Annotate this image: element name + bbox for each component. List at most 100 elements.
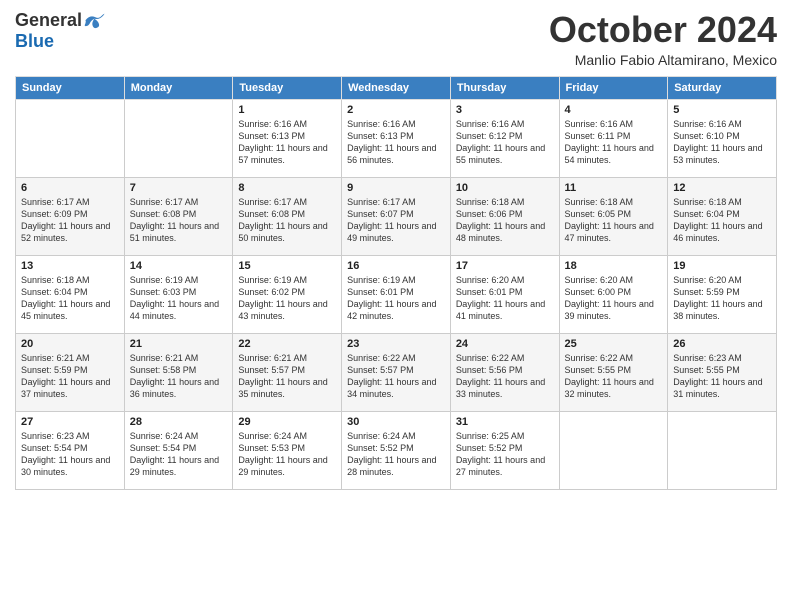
location-title: Manlio Fabio Altamirano, Mexico (549, 52, 777, 68)
day-number: 27 (21, 416, 119, 428)
day-number: 30 (347, 416, 445, 428)
day-info: Sunrise: 6:21 AM Sunset: 5:58 PM Dayligh… (130, 352, 228, 401)
day-number: 14 (130, 260, 228, 272)
day-info: Sunrise: 6:20 AM Sunset: 6:01 PM Dayligh… (456, 274, 554, 323)
calendar-cell-w2-d3: 8 Sunrise: 6:17 AM Sunset: 6:08 PM Daylig… (233, 177, 342, 255)
day-info: Sunrise: 6:21 AM Sunset: 5:57 PM Dayligh… (238, 352, 336, 401)
day-number: 11 (565, 182, 663, 194)
day-number: 28 (130, 416, 228, 428)
calendar-cell-w3-d7: 19 Sunrise: 6:20 AM Sunset: 5:59 PM Dayli… (668, 255, 777, 333)
day-number: 18 (565, 260, 663, 272)
calendar-week-4: 20 Sunrise: 6:21 AM Sunset: 5:59 PM Dayli… (16, 333, 777, 411)
calendar-cell-w5-d5: 31 Sunrise: 6:25 AM Sunset: 5:52 PM Dayli… (450, 411, 559, 489)
day-number: 16 (347, 260, 445, 272)
calendar-week-2: 6 Sunrise: 6:17 AM Sunset: 6:09 PM Daylig… (16, 177, 777, 255)
calendar-week-5: 27 Sunrise: 6:23 AM Sunset: 5:54 PM Dayli… (16, 411, 777, 489)
calendar-cell-w1-d6: 4 Sunrise: 6:16 AM Sunset: 6:11 PM Daylig… (559, 99, 668, 177)
day-info: Sunrise: 6:24 AM Sunset: 5:52 PM Dayligh… (347, 430, 445, 479)
calendar-cell-w1-d4: 2 Sunrise: 6:16 AM Sunset: 6:13 PM Daylig… (342, 99, 451, 177)
day-number: 3 (456, 104, 554, 116)
calendar-table: Sunday Monday Tuesday Wednesday Thursday… (15, 76, 777, 490)
day-number: 12 (673, 182, 771, 194)
day-number: 1 (238, 104, 336, 116)
day-info: Sunrise: 6:16 AM Sunset: 6:13 PM Dayligh… (347, 118, 445, 167)
day-info: Sunrise: 6:17 AM Sunset: 6:08 PM Dayligh… (238, 196, 336, 245)
calendar-cell-w4-d2: 21 Sunrise: 6:21 AM Sunset: 5:58 PM Dayli… (124, 333, 233, 411)
day-number: 7 (130, 182, 228, 194)
calendar-cell-w2-d2: 7Sunrise: 6:17 AM Sunset: 6:08 PM Daylig… (124, 177, 233, 255)
day-number: 9 (347, 182, 445, 194)
day-info: Sunrise: 6:17 AM Sunset: 6:09 PM Dayligh… (21, 196, 119, 245)
calendar-cell-w3-d2: 14 Sunrise: 6:19 AM Sunset: 6:03 PM Dayli… (124, 255, 233, 333)
logo-general-text: General (15, 10, 82, 31)
day-number: 15 (238, 260, 336, 272)
day-number: 19 (673, 260, 771, 272)
calendar-cell-w5-d1: 27 Sunrise: 6:23 AM Sunset: 5:54 PM Dayli… (16, 411, 125, 489)
calendar-cell-w3-d4: 16 Sunrise: 6:19 AM Sunset: 6:01 PM Dayli… (342, 255, 451, 333)
day-info: Sunrise: 6:22 AM Sunset: 5:55 PM Dayligh… (565, 352, 663, 401)
month-title: October 2024 (549, 10, 777, 50)
calendar-cell-w1-d5: 3 Sunrise: 6:16 AM Sunset: 6:12 PM Daylig… (450, 99, 559, 177)
day-number: 8 (238, 182, 336, 194)
calendar-cell-w1-d2 (124, 99, 233, 177)
day-number: 25 (565, 338, 663, 350)
col-thursday: Thursday (450, 76, 559, 99)
day-info: Sunrise: 6:20 AM Sunset: 5:59 PM Dayligh… (673, 274, 771, 323)
calendar-cell-w5-d3: 29 Sunrise: 6:24 AM Sunset: 5:53 PM Dayli… (233, 411, 342, 489)
day-number: 29 (238, 416, 336, 428)
calendar-cell-w3-d3: 15 Sunrise: 6:19 AM Sunset: 6:02 PM Dayli… (233, 255, 342, 333)
day-info: Sunrise: 6:25 AM Sunset: 5:52 PM Dayligh… (456, 430, 554, 479)
day-info: Sunrise: 6:16 AM Sunset: 6:12 PM Dayligh… (456, 118, 554, 167)
calendar-cell-w4-d7: 26 Sunrise: 6:23 AM Sunset: 5:55 PM Dayli… (668, 333, 777, 411)
day-number: 31 (456, 416, 554, 428)
header: General Blue October 2024 Manlio Fabio A… (15, 10, 777, 68)
logo-blue-text: Blue (15, 31, 54, 52)
logo-bird-icon (84, 12, 106, 30)
day-number: 6 (21, 182, 119, 194)
calendar-body: 1 Sunrise: 6:16 AM Sunset: 6:13 PM Daylig… (16, 99, 777, 489)
calendar-cell-w5-d4: 30 Sunrise: 6:24 AM Sunset: 5:52 PM Dayli… (342, 411, 451, 489)
day-info: Sunrise: 6:19 AM Sunset: 6:02 PM Dayligh… (238, 274, 336, 323)
day-number: 10 (456, 182, 554, 194)
day-info: Sunrise: 6:19 AM Sunset: 6:01 PM Dayligh… (347, 274, 445, 323)
day-info: Sunrise: 6:16 AM Sunset: 6:13 PM Dayligh… (238, 118, 336, 167)
day-number: 21 (130, 338, 228, 350)
day-info: Sunrise: 6:20 AM Sunset: 6:00 PM Dayligh… (565, 274, 663, 323)
col-sunday: Sunday (16, 76, 125, 99)
calendar-cell-w5-d2: 28Sunrise: 6:24 AM Sunset: 5:54 PM Dayli… (124, 411, 233, 489)
col-monday: Monday (124, 76, 233, 99)
day-info: Sunrise: 6:16 AM Sunset: 6:10 PM Dayligh… (673, 118, 771, 167)
calendar-cell-w2-d5: 10 Sunrise: 6:18 AM Sunset: 6:06 PM Dayli… (450, 177, 559, 255)
day-info: Sunrise: 6:18 AM Sunset: 6:06 PM Dayligh… (456, 196, 554, 245)
calendar-cell-w5-d7 (668, 411, 777, 489)
calendar-cell-w4-d5: 24Sunrise: 6:22 AM Sunset: 5:56 PM Dayli… (450, 333, 559, 411)
col-wednesday: Wednesday (342, 76, 451, 99)
calendar-cell-w4-d6: 25 Sunrise: 6:22 AM Sunset: 5:55 PM Dayli… (559, 333, 668, 411)
day-number: 5 (673, 104, 771, 116)
day-info: Sunrise: 6:24 AM Sunset: 5:53 PM Dayligh… (238, 430, 336, 479)
title-block: October 2024 Manlio Fabio Altamirano, Me… (549, 10, 777, 68)
calendar-cell-w2-d4: 9Sunrise: 6:17 AM Sunset: 6:07 PM Daylig… (342, 177, 451, 255)
day-number: 2 (347, 104, 445, 116)
calendar-cell-w3-d1: 13Sunrise: 6:18 AM Sunset: 6:04 PM Dayli… (16, 255, 125, 333)
calendar-cell-w4-d1: 20 Sunrise: 6:21 AM Sunset: 5:59 PM Dayli… (16, 333, 125, 411)
day-info: Sunrise: 6:21 AM Sunset: 5:59 PM Dayligh… (21, 352, 119, 401)
calendar-cell-w3-d5: 17Sunrise: 6:20 AM Sunset: 6:01 PM Dayli… (450, 255, 559, 333)
day-info: Sunrise: 6:19 AM Sunset: 6:03 PM Dayligh… (130, 274, 228, 323)
col-saturday: Saturday (668, 76, 777, 99)
calendar-cell-w3-d6: 18 Sunrise: 6:20 AM Sunset: 6:00 PM Dayli… (559, 255, 668, 333)
calendar-header-row: Sunday Monday Tuesday Wednesday Thursday… (16, 76, 777, 99)
day-info: Sunrise: 6:16 AM Sunset: 6:11 PM Dayligh… (565, 118, 663, 167)
calendar-week-3: 13Sunrise: 6:18 AM Sunset: 6:04 PM Dayli… (16, 255, 777, 333)
day-info: Sunrise: 6:18 AM Sunset: 6:05 PM Dayligh… (565, 196, 663, 245)
day-number: 20 (21, 338, 119, 350)
day-number: 26 (673, 338, 771, 350)
day-number: 4 (565, 104, 663, 116)
day-info: Sunrise: 6:23 AM Sunset: 5:55 PM Dayligh… (673, 352, 771, 401)
calendar-cell-w2-d6: 11 Sunrise: 6:18 AM Sunset: 6:05 PM Dayli… (559, 177, 668, 255)
col-tuesday: Tuesday (233, 76, 342, 99)
day-info: Sunrise: 6:23 AM Sunset: 5:54 PM Dayligh… (21, 430, 119, 479)
day-info: Sunrise: 6:22 AM Sunset: 5:57 PM Dayligh… (347, 352, 445, 401)
calendar-cell-w4-d3: 22Sunrise: 6:21 AM Sunset: 5:57 PM Dayli… (233, 333, 342, 411)
day-info: Sunrise: 6:18 AM Sunset: 6:04 PM Dayligh… (673, 196, 771, 245)
